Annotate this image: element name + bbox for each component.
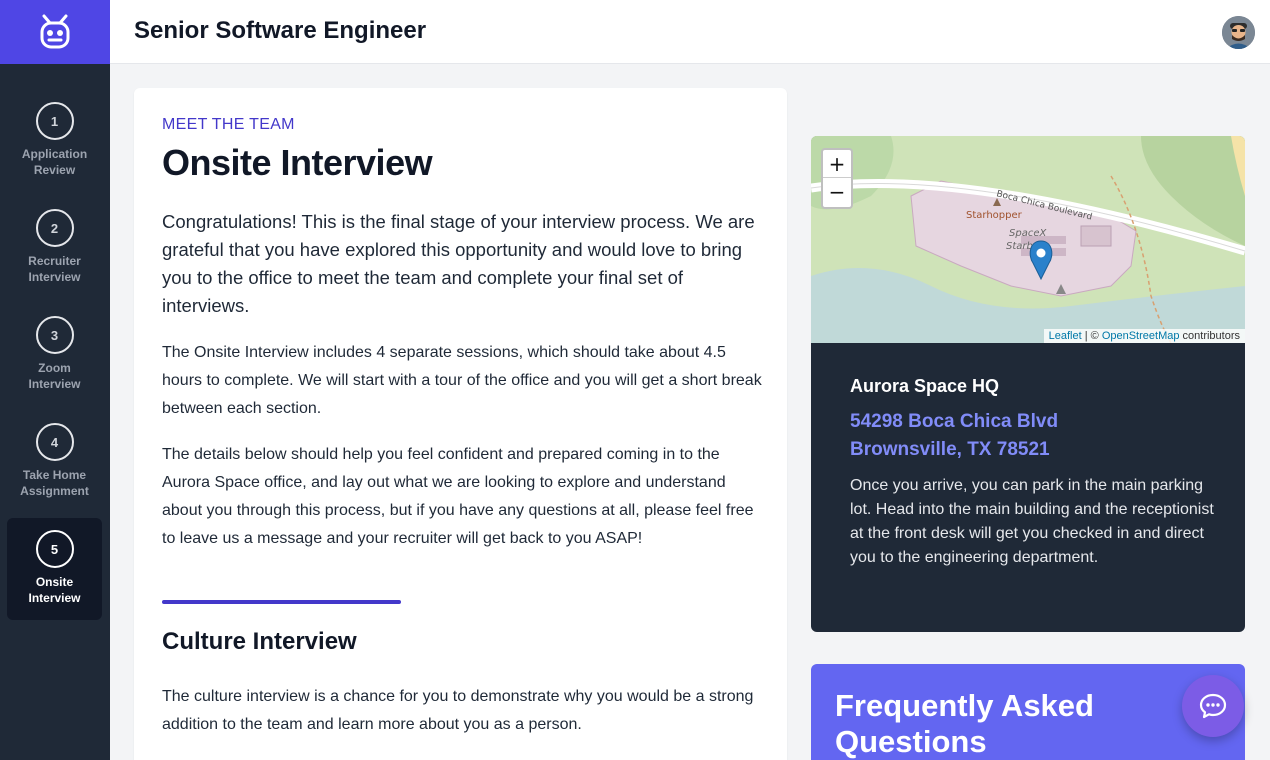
location-description: Once you arrive, you can park in the mai… [850,477,1214,566]
lead-paragraph: Congratulations! This is the final stage… [162,211,755,316]
section-divider [162,600,401,604]
step-label: Take Home Assignment [20,468,89,498]
sessions-paragraph: The Onsite Interview includes 4 separate… [162,344,762,417]
step-take-home-assignment[interactable]: 4 Take Home Assignment [7,411,102,513]
location-name: Aurora Space HQ [850,376,1000,396]
step-zoom-interview[interactable]: 3 Zoom Interview [7,304,102,406]
faq-title: Frequently Asked Questions [835,688,1094,759]
step-number: 4 [35,423,74,461]
map-tiles[interactable]: Boca Chica Boulevard Starhopper SpaceX S… [811,136,1245,343]
address-line-1[interactable]: 54298 Boca Chica Blvd [850,411,1058,432]
stage-title: Onsite Interview [162,142,433,183]
location-address[interactable]: 54298 Boca Chica Blvd Brownsville, TX 78… [850,408,1058,464]
step-label: Zoom Interview [28,361,81,391]
faq-card: Frequently Asked Questions [811,664,1245,760]
step-label: Recruiter Interview [28,254,81,284]
section-text: The culture interview is a chance for yo… [162,688,754,733]
step-number: 1 [35,102,74,140]
step-number: 5 [35,530,74,568]
step-onsite-interview[interactable]: 5 Onsite Interview [7,518,102,620]
step-application-review[interactable]: 1 Application Review [7,90,102,192]
step-number: 3 [35,316,74,354]
details-paragraph: The details below should help you feel c… [162,446,754,547]
top-bar: Senior Software Engineer [110,0,1270,64]
interview-details-card: MEET THE TEAM Onsite Interview Congratul… [134,88,787,760]
zoom-in-button[interactable]: + [823,150,851,178]
place-label: Starb [1006,241,1033,252]
place-label: Starhopper [966,210,1023,221]
map-zoom-control: + − [821,148,853,209]
step-number: 2 [35,209,74,247]
sidebar: 1 Application Review 2 Recruiter Interview… [0,0,110,760]
eyebrow: MEET THE TEAM [162,116,295,133]
location-card: Boca Chica Boulevard Starhopper SpaceX S… [811,136,1245,632]
address-line-2[interactable]: Brownsville, TX 78521 [850,439,1050,460]
avatar[interactable] [1222,16,1255,49]
step-label: Onsite Interview [28,575,81,605]
page-title: Senior Software Engineer [134,17,427,44]
map-attribution: Leaflet | © OpenStreetMap contributors [1043,329,1245,343]
leaflet-link[interactable]: Leaflet [1049,330,1082,342]
openstreetmap-link[interactable]: OpenStreetMap [1102,330,1180,342]
user-avatar-icon [1222,16,1255,49]
chat-bubble-icon [1199,693,1227,719]
step-recruiter-interview[interactable]: 2 Recruiter Interview [7,197,102,299]
attribution-suffix: contributors [1179,330,1240,342]
section-title: Culture Interview [162,628,357,655]
zoom-out-button[interactable]: − [823,178,851,206]
place-label: SpaceX [1009,228,1047,239]
map[interactable]: Boca Chica Boulevard Starhopper SpaceX S… [811,136,1245,343]
attribution-separator: | © [1081,330,1102,342]
step-label: Application Review [21,147,88,177]
logo[interactable] [0,0,110,64]
robot-logo-icon [40,14,70,49]
chat-button[interactable] [1182,675,1244,737]
